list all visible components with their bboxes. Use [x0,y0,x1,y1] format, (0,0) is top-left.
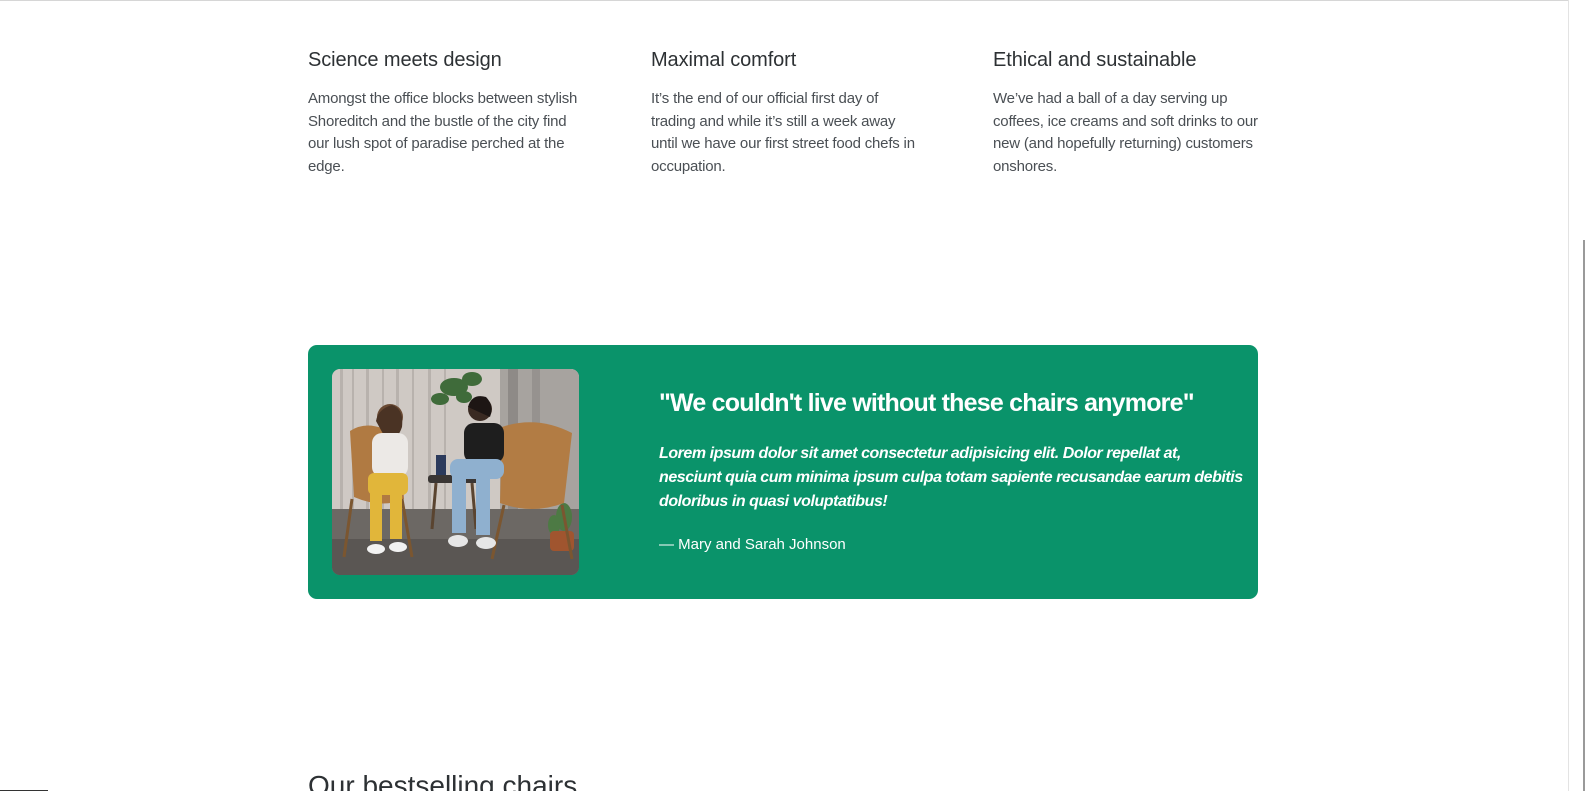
feature-text: We’ve had a ball of a day serving up cof… [993,90,1258,175]
testimonial-card: "We couldn't live without these chairs a… [308,345,1258,599]
top-divider [0,0,1568,1]
testimonial-photo [332,369,579,575]
feature-title: Maximal comfort [651,49,797,71]
bestselling-section-heading: Our bestselling chairs [308,770,578,791]
testimonial-body: Lorem ipsum dolor sit amet consectetur a… [659,445,1243,510]
scrollbar-thumb[interactable] [1583,240,1585,791]
testimonial-author: — Mary and Sarah Johnson [659,536,846,553]
feature-ethical-and-sustainable: Ethical and sustainable We’ve had a ball… [993,46,1263,178]
testimonial-quote: "We couldn't live without these chairs a… [659,389,1195,417]
feature-science-meets-design: Science meets design Amongst the office … [308,46,578,178]
feature-text: Amongst the office blocks between stylis… [308,90,578,175]
feature-maximal-comfort: Maximal comfort It’s the end of our offi… [651,46,921,178]
feature-title: Ethical and sustainable [993,49,1197,71]
page: Science meets design Amongst the office … [0,0,1586,791]
feature-title: Science meets design [308,49,502,71]
feature-text: It’s the end of our official first day o… [651,90,915,175]
